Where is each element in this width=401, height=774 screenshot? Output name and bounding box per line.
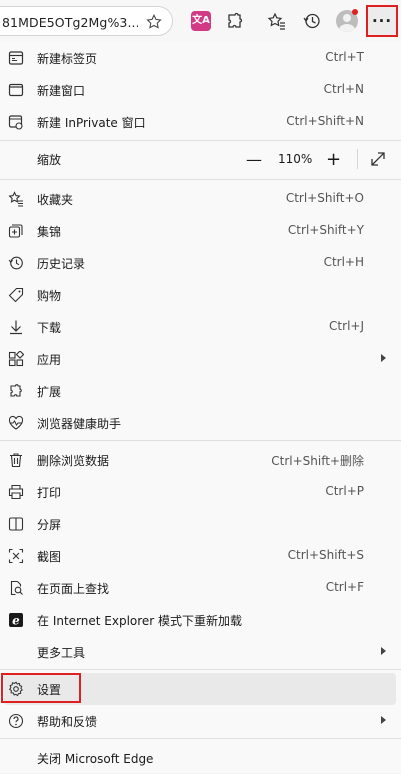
- submenu-arrow-icon: [381, 647, 386, 655]
- menu-item-more-tools[interactable]: 更多工具: [0, 636, 401, 668]
- menu-shortcut: Ctrl+F: [325, 580, 364, 594]
- menu-label: 新建 InPrivate 窗口: [37, 116, 146, 130]
- menu-label: 扩展: [37, 385, 62, 399]
- new-window-icon: [8, 82, 24, 98]
- fullscreen-icon[interactable]: [369, 150, 387, 168]
- history-icon: [8, 255, 24, 271]
- address-bar[interactable]: 81MDE5OTg2Mg%3...: [0, 6, 173, 36]
- menu-label: 更多工具: [37, 646, 86, 660]
- menu-label: 缩放: [37, 153, 62, 167]
- settings-menu: 新建标签页 Ctrl+T 新建窗口 Ctrl+N 新建 InPrivate 窗口…: [0, 42, 401, 773]
- favorites-icon[interactable]: [267, 11, 287, 31]
- browser-toolbar: 81MDE5OTg2Mg%3... 文A ···: [0, 0, 401, 43]
- menu-label: 浏览器健康助手: [37, 417, 122, 431]
- submenu-arrow-icon: [381, 716, 386, 724]
- menu-item-zoom: 缩放 — 110% +: [0, 143, 401, 175]
- menu-item-browser-health[interactable]: 浏览器健康助手: [0, 407, 401, 439]
- zoom-out-button[interactable]: —: [246, 150, 262, 169]
- printer-icon: [8, 484, 24, 500]
- internet-explorer-icon: e: [8, 612, 24, 628]
- menu-item-new-tab[interactable]: 新建标签页 Ctrl+T: [0, 42, 401, 74]
- menu-item-history[interactable]: 历史记录 Ctrl+H: [0, 247, 401, 279]
- menu-label: 新建标签页: [37, 52, 98, 66]
- menu-label: 在页面上查找: [37, 582, 110, 596]
- trash-icon: [8, 452, 24, 468]
- menu-item-collections[interactable]: 集锦 Ctrl+Shift+Y: [0, 215, 401, 247]
- zoom-in-button[interactable]: +: [326, 149, 341, 170]
- divider: [0, 440, 401, 441]
- menu-item-screenshot[interactable]: 截图 Ctrl+Shift+S: [0, 540, 401, 572]
- menu-label: 下载: [37, 321, 62, 335]
- favorites-icon: [8, 191, 24, 207]
- menu-label: 关闭 Microsoft Edge: [37, 752, 154, 766]
- extensions-puzzle-icon[interactable]: [225, 11, 245, 31]
- divider: [357, 149, 358, 169]
- menu-item-shopping[interactable]: 购物: [0, 279, 401, 311]
- divider: [0, 140, 401, 141]
- divider: [0, 669, 401, 670]
- menu-item-apps[interactable]: 应用: [0, 343, 401, 375]
- menu-shortcut: Ctrl+H: [323, 255, 364, 269]
- menu-item-print[interactable]: 打印 Ctrl+P: [0, 476, 401, 508]
- divider: [0, 738, 401, 739]
- menu-label: 收藏夹: [37, 193, 74, 207]
- screenshot-icon: [8, 548, 24, 564]
- shopping-tag-icon: [8, 287, 24, 303]
- menu-item-new-window[interactable]: 新建窗口 Ctrl+N: [0, 74, 401, 106]
- notification-dot: [352, 9, 358, 15]
- menu-item-split-screen[interactable]: 分屏: [0, 508, 401, 540]
- menu-shortcut: Ctrl+Shift+删除: [271, 454, 364, 468]
- menu-item-help[interactable]: 帮助和反馈: [0, 705, 401, 737]
- menu-label: 在 Internet Explorer 模式下重新加载: [37, 614, 243, 628]
- menu-item-downloads[interactable]: 下载 Ctrl+J: [0, 311, 401, 343]
- menu-shortcut: Ctrl+Shift+O: [285, 191, 364, 205]
- menu-item-extensions[interactable]: 扩展: [0, 375, 401, 407]
- menu-label: 购物: [37, 289, 62, 303]
- menu-item-find[interactable]: 在页面上查找 Ctrl+F: [0, 572, 401, 604]
- menu-item-clear-data[interactable]: 删除浏览数据 Ctrl+Shift+删除: [0, 444, 401, 476]
- history-icon[interactable]: [302, 11, 322, 31]
- more-menu-button[interactable]: ···: [366, 5, 398, 37]
- menu-label: 删除浏览数据: [37, 454, 110, 468]
- menu-shortcut: Ctrl+Shift+N: [286, 114, 364, 128]
- menu-shortcut: Ctrl+Shift+S: [287, 548, 364, 562]
- menu-item-close-edge[interactable]: 关闭 Microsoft Edge: [0, 742, 401, 774]
- menu-shortcut: Ctrl+Shift+Y: [287, 223, 364, 237]
- settings-highlight-box: [1, 673, 81, 703]
- menu-shortcut: Ctrl+J: [329, 319, 364, 333]
- menu-label: 历史记录: [37, 257, 86, 271]
- submenu-arrow-icon: [381, 354, 386, 362]
- favorite-star-icon[interactable]: [145, 13, 163, 31]
- collections-icon: [8, 223, 24, 239]
- divider: [0, 179, 401, 180]
- new-tab-icon: [8, 50, 24, 66]
- menu-item-new-inprivate[interactable]: 新建 InPrivate 窗口 Ctrl+Shift+N: [0, 106, 401, 138]
- zoom-level: 110%: [278, 152, 313, 166]
- menu-label: 新建窗口: [37, 84, 86, 98]
- menu-label: 帮助和反馈: [37, 715, 98, 729]
- menu-label: 集锦: [37, 225, 62, 239]
- translate-extension-icon[interactable]: 文A: [191, 11, 211, 31]
- menu-shortcut: Ctrl+P: [325, 484, 364, 498]
- menu-shortcut: Ctrl+T: [325, 50, 364, 64]
- help-icon: [8, 713, 24, 729]
- menu-shortcut: Ctrl+N: [323, 82, 364, 96]
- svg-text:e: e: [12, 614, 20, 628]
- address-text[interactable]: 81MDE5OTg2Mg%3...: [2, 15, 138, 30]
- split-screen-icon: [8, 516, 24, 532]
- apps-icon: [8, 351, 24, 367]
- menu-label: 打印: [37, 486, 62, 500]
- menu-item-ie-mode[interactable]: e 在 Internet Explorer 模式下重新加载: [0, 604, 401, 636]
- extensions-puzzle-icon: [8, 383, 24, 399]
- menu-item-favorites[interactable]: 收藏夹 Ctrl+Shift+O: [0, 183, 401, 215]
- menu-label: 截图: [37, 550, 62, 564]
- inprivate-icon: [8, 114, 24, 130]
- menu-label: 分屏: [37, 518, 62, 532]
- heart-pulse-icon: [8, 415, 24, 431]
- menu-label: 应用: [37, 353, 62, 367]
- find-in-page-icon: [8, 580, 24, 596]
- download-icon: [8, 319, 24, 335]
- more-menu-icon: ···: [371, 12, 393, 30]
